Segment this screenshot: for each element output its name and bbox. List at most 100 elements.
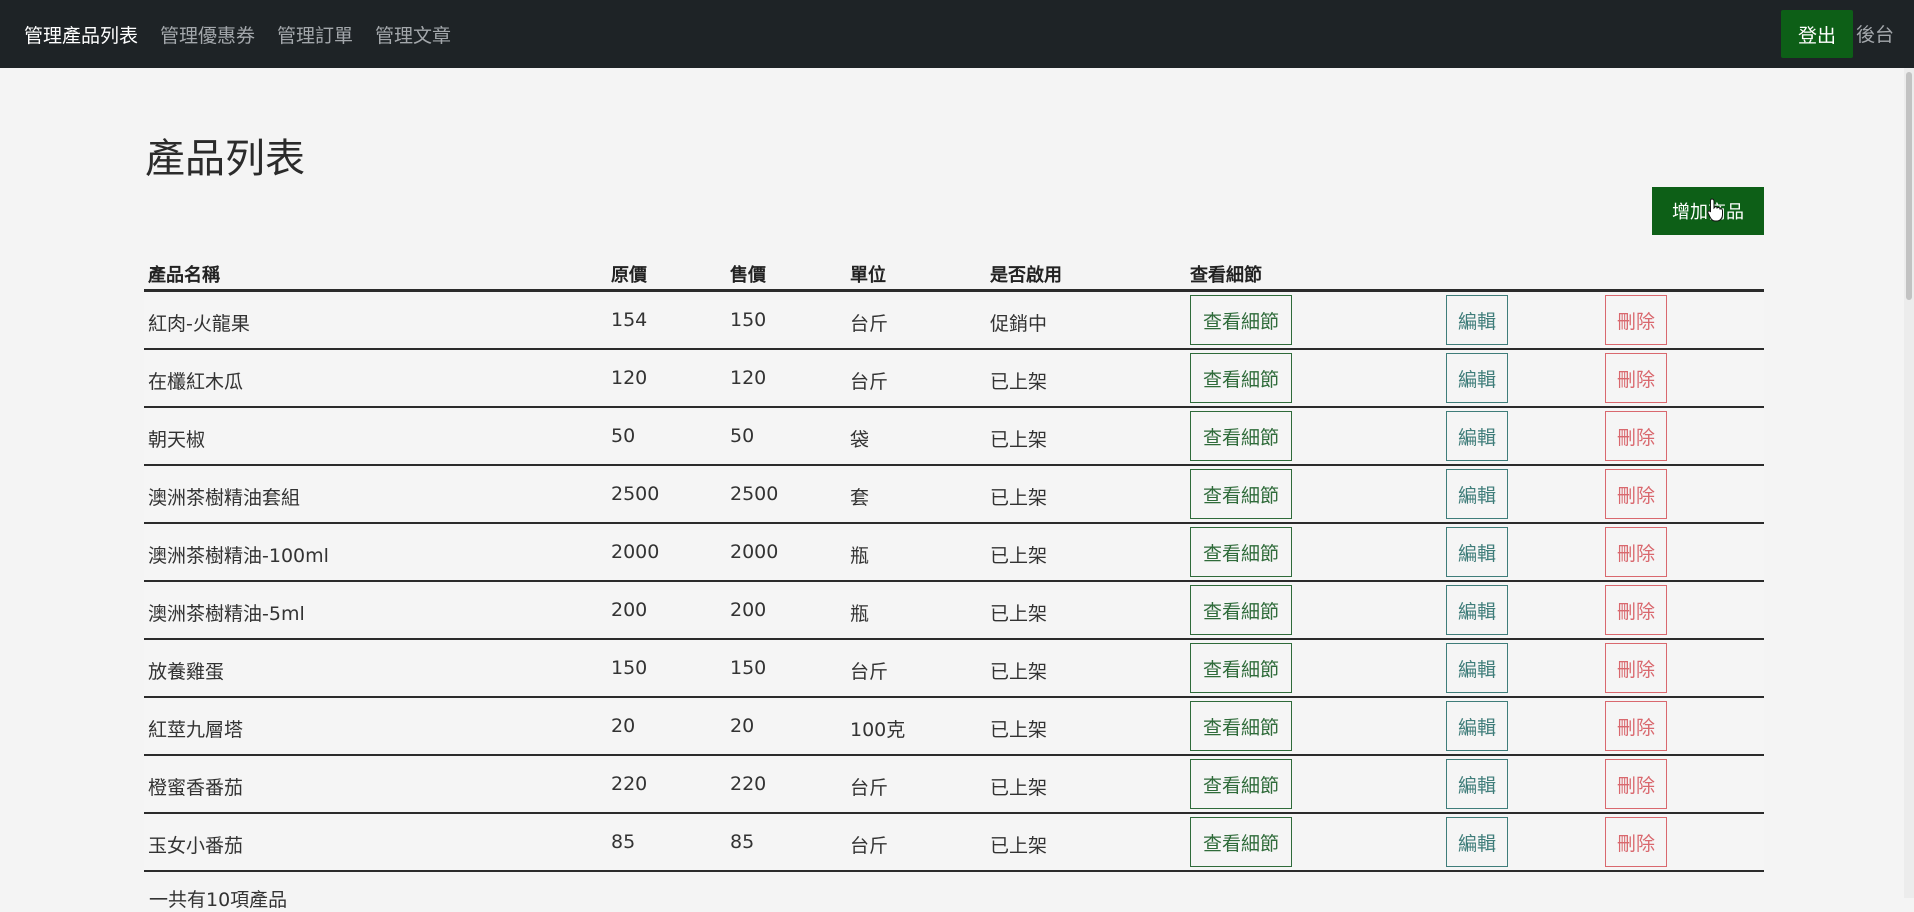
cell-unit: 台斤 bbox=[850, 313, 889, 335]
header-original-price: 原價 bbox=[611, 265, 647, 286]
view-details-button[interactable]: 查看細節 bbox=[1190, 759, 1292, 809]
header-unit: 單位 bbox=[850, 265, 886, 286]
backstage-link[interactable]: 後台 bbox=[1856, 20, 1894, 47]
edit-button[interactable]: 編輯 bbox=[1446, 701, 1508, 751]
edit-button[interactable]: 編輯 bbox=[1446, 817, 1508, 867]
cell-price: 85 bbox=[730, 831, 755, 853]
cell-status: 已上架 bbox=[990, 777, 1048, 799]
table-row: 澳洲茶樹精油套組 2500 2500 套 已上架 查看細節 編輯 刪除 bbox=[144, 466, 1764, 524]
view-details-button[interactable]: 查看細節 bbox=[1190, 585, 1292, 635]
cell-unit: 台斤 bbox=[850, 777, 889, 799]
cell-unit: 台斤 bbox=[850, 835, 889, 857]
cell-status: 已上架 bbox=[990, 429, 1048, 451]
view-details-button[interactable]: 查看細節 bbox=[1190, 411, 1292, 461]
delete-button[interactable]: 刪除 bbox=[1605, 295, 1667, 345]
table-row: 玉女小番茄 85 85 台斤 已上架 查看細節 編輯 刪除 bbox=[144, 814, 1764, 872]
cell-status: 已上架 bbox=[990, 835, 1048, 857]
cell-price: 120 bbox=[730, 367, 767, 389]
nav-link-coupons[interactable]: 管理優惠券 bbox=[160, 21, 255, 48]
top-navbar: 管理產品列表 管理優惠券 管理訂單 管理文章 登出 後台 bbox=[0, 0, 1914, 68]
hand-cursor-icon bbox=[1707, 198, 1723, 222]
cell-price: 50 bbox=[730, 425, 755, 447]
nav-link-articles[interactable]: 管理文章 bbox=[375, 21, 451, 48]
delete-button[interactable]: 刪除 bbox=[1605, 527, 1667, 577]
table-row: 澳洲茶樹精油-5ml 200 200 瓶 已上架 查看細節 編輯 刪除 bbox=[144, 582, 1764, 640]
cell-product-name: 紅莖九層塔 bbox=[148, 719, 244, 741]
scrollbar-thumb[interactable] bbox=[1906, 72, 1912, 300]
cell-original-price: 154 bbox=[611, 309, 648, 331]
edit-button[interactable]: 編輯 bbox=[1446, 527, 1508, 577]
cell-unit: 台斤 bbox=[850, 371, 889, 393]
cell-product-name: 澳洲茶樹精油套組 bbox=[148, 487, 301, 509]
table-row: 紅肉-火龍果 154 150 台斤 促銷中 查看細節 編輯 刪除 bbox=[144, 292, 1764, 350]
delete-button[interactable]: 刪除 bbox=[1605, 585, 1667, 635]
edit-button[interactable]: 編輯 bbox=[1446, 759, 1508, 809]
table-row: 放養雞蛋 150 150 台斤 已上架 查看細節 編輯 刪除 bbox=[144, 640, 1764, 698]
cell-product-name: 紅肉-火龍果 bbox=[148, 313, 250, 335]
view-details-button[interactable]: 查看細節 bbox=[1190, 353, 1292, 403]
cell-price: 150 bbox=[730, 309, 767, 331]
delete-button[interactable]: 刪除 bbox=[1605, 817, 1667, 867]
cell-original-price: 120 bbox=[611, 367, 648, 389]
cell-original-price: 50 bbox=[611, 425, 636, 447]
delete-button[interactable]: 刪除 bbox=[1605, 759, 1667, 809]
cell-original-price: 20 bbox=[611, 715, 636, 737]
cell-product-name: 在欉紅木瓜 bbox=[148, 371, 244, 393]
cell-product-name: 澳洲茶樹精油-5ml bbox=[148, 603, 305, 625]
edit-button[interactable]: 編輯 bbox=[1446, 353, 1508, 403]
cell-original-price: 85 bbox=[611, 831, 636, 853]
view-details-button[interactable]: 查看細節 bbox=[1190, 469, 1292, 519]
cell-original-price: 200 bbox=[611, 599, 648, 621]
edit-button[interactable]: 編輯 bbox=[1446, 295, 1508, 345]
cell-original-price: 220 bbox=[611, 773, 648, 795]
cell-product-name: 放養雞蛋 bbox=[148, 661, 225, 683]
edit-button[interactable]: 編輯 bbox=[1446, 585, 1508, 635]
cell-unit: 瓶 bbox=[850, 545, 870, 567]
cell-product-name: 澳洲茶樹精油-100ml bbox=[148, 545, 329, 567]
nav-link-orders[interactable]: 管理訂單 bbox=[277, 21, 353, 48]
cell-status: 已上架 bbox=[990, 661, 1048, 683]
table-row: 在欉紅木瓜 120 120 台斤 已上架 查看細節 編輯 刪除 bbox=[144, 350, 1764, 408]
header-enabled: 是否啟用 bbox=[990, 265, 1062, 286]
nav-links: 管理產品列表 管理優惠券 管理訂單 管理文章 bbox=[24, 0, 451, 68]
page-title: 產品列表 bbox=[145, 136, 305, 182]
delete-button[interactable]: 刪除 bbox=[1605, 643, 1667, 693]
view-details-button[interactable]: 查看細節 bbox=[1190, 527, 1292, 577]
view-details-button[interactable]: 查看細節 bbox=[1190, 701, 1292, 751]
cell-status: 已上架 bbox=[990, 371, 1048, 393]
cell-unit: 袋 bbox=[850, 429, 870, 451]
delete-button[interactable]: 刪除 bbox=[1605, 411, 1667, 461]
edit-button[interactable]: 編輯 bbox=[1446, 411, 1508, 461]
delete-button[interactable]: 刪除 bbox=[1605, 701, 1667, 751]
cell-unit: 台斤 bbox=[850, 661, 889, 683]
delete-button[interactable]: 刪除 bbox=[1605, 469, 1667, 519]
cell-price: 2000 bbox=[730, 541, 779, 563]
cell-original-price: 2500 bbox=[611, 483, 660, 505]
view-details-button[interactable]: 查看細節 bbox=[1190, 817, 1292, 867]
table-body: 紅肉-火龍果 154 150 台斤 促銷中 查看細節 編輯 刪除 在欉紅木瓜 120 120 台斤 已上… bbox=[144, 292, 1764, 872]
nav-link-products[interactable]: 管理產品列表 bbox=[24, 21, 138, 48]
table-row: 朝天椒 50 50 袋 已上架 查看細節 編輯 刪除 bbox=[144, 408, 1764, 466]
cell-status: 已上架 bbox=[990, 603, 1048, 625]
logout-button[interactable]: 登出 bbox=[1781, 10, 1853, 58]
table-row: 橙蜜香番茄 220 220 台斤 已上架 查看細節 編輯 刪除 bbox=[144, 756, 1764, 814]
header-name: 產品名稱 bbox=[148, 265, 220, 286]
cell-price: 220 bbox=[730, 773, 767, 795]
header-price: 售價 bbox=[730, 265, 766, 286]
cell-unit: 瓶 bbox=[850, 603, 870, 625]
product-count-text: 一共有10項產品 bbox=[149, 889, 288, 911]
delete-button[interactable]: 刪除 bbox=[1605, 353, 1667, 403]
cell-status: 已上架 bbox=[990, 487, 1048, 509]
cell-unit: 100克 bbox=[850, 719, 906, 741]
header-details: 查看細節 bbox=[1190, 265, 1262, 286]
cell-price: 200 bbox=[730, 599, 767, 621]
view-details-button[interactable]: 查看細節 bbox=[1190, 295, 1292, 345]
edit-button[interactable]: 編輯 bbox=[1446, 469, 1508, 519]
cell-product-name: 橙蜜香番茄 bbox=[148, 777, 244, 799]
cell-status: 促銷中 bbox=[990, 313, 1048, 335]
view-details-button[interactable]: 查看細節 bbox=[1190, 643, 1292, 693]
table-header-row: 產品名稱 原價 售價 單位 是否啟用 查看細節 bbox=[144, 255, 1764, 292]
edit-button[interactable]: 編輯 bbox=[1446, 643, 1508, 693]
cell-product-name: 朝天椒 bbox=[148, 429, 206, 451]
cell-unit: 套 bbox=[850, 487, 870, 509]
